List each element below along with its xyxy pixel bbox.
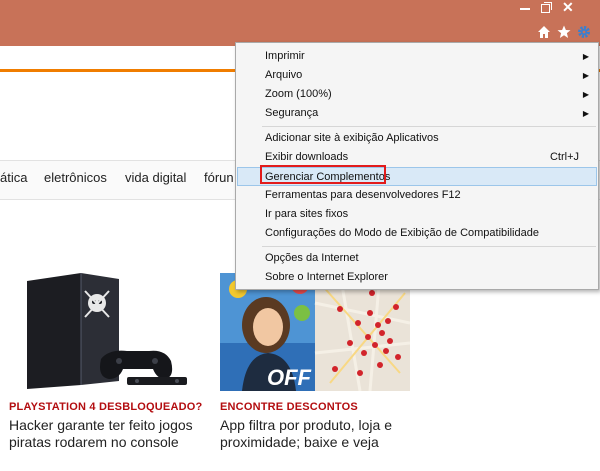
- submenu-arrow-icon: ▶: [582, 109, 589, 118]
- menu-item-label: Arquivo: [265, 69, 303, 81]
- menu-item-zoom[interactable]: Zoom (100%) ▶: [237, 85, 597, 104]
- article-image-ps4[interactable]: [9, 273, 192, 391]
- menu-separator: [262, 126, 596, 127]
- home-icon[interactable]: [537, 25, 551, 39]
- menu-item-label: Zoom (100%): [265, 88, 332, 100]
- close-button[interactable]: ✕: [562, 0, 574, 14]
- minimize-button[interactable]: [520, 8, 530, 10]
- menu-item-about-ie[interactable]: Sobre o Internet Explorer: [237, 268, 597, 287]
- menu-item-add-site-to-apps[interactable]: Adicionar site à exibição Aplicativos: [237, 129, 597, 148]
- menu-item-print[interactable]: Imprimir ▶: [237, 47, 597, 66]
- menu-item-file[interactable]: Arquivo ▶: [237, 66, 597, 85]
- menu-item-label: Ferramentas para desenvolvedores F12: [265, 189, 461, 201]
- menu-item-label: Adicionar site à exibição Aplicativos: [265, 132, 439, 144]
- article-image-discounts[interactable]: OFF: [220, 273, 410, 391]
- menu-item-label: Opções da Internet: [265, 252, 359, 264]
- submenu-arrow-icon: ▶: [582, 71, 589, 80]
- nav-item-vida-digital[interactable]: vida digital: [125, 170, 186, 185]
- menu-item-label: Imprimir: [265, 50, 305, 62]
- highlight-box: [260, 165, 386, 184]
- menu-item-label: Ir para sites fixos: [265, 208, 349, 220]
- nav-item-eletronicos[interactable]: eletrônicos: [44, 170, 107, 185]
- menu-item-shortcut: Ctrl+J: [549, 151, 579, 163]
- maximize-button[interactable]: [541, 2, 552, 13]
- off-badge: OFF: [267, 365, 312, 390]
- nav-item-informatica[interactable]: ática: [0, 170, 27, 185]
- menu-item-internet-options[interactable]: Opções da Internet: [237, 249, 597, 268]
- article-kicker[interactable]: PLAYSTATION 4 DESBLOQUEADO?: [9, 401, 202, 413]
- star-icon[interactable]: [557, 25, 571, 39]
- gear-icon[interactable]: [577, 25, 591, 39]
- menu-item-compatibility-view-settings[interactable]: Configurações do Modo de Exibição de Com…: [237, 224, 597, 243]
- menu-item-label: Configurações do Modo de Exibição de Com…: [265, 227, 539, 239]
- menu-item-f12-developer-tools[interactable]: Ferramentas para desenvolvedores F12: [237, 186, 597, 205]
- submenu-arrow-icon: ▶: [582, 52, 589, 61]
- nav-item-forum[interactable]: fórun: [204, 170, 234, 185]
- menu-item-pinned-sites[interactable]: Ir para sites fixos: [237, 205, 597, 224]
- menu-item-label: Segurança: [265, 107, 319, 119]
- menu-item-label: Sobre o Internet Explorer: [265, 271, 388, 283]
- article-headline[interactable]: App filtra por produto, loja e proximida…: [220, 417, 410, 451]
- submenu-arrow-icon: ▶: [582, 90, 589, 99]
- article-headline[interactable]: Hacker garante ter feito jogos piratas r…: [9, 417, 199, 451]
- menu-separator: [262, 246, 596, 247]
- browser-title-bar: [0, 0, 600, 46]
- article-kicker[interactable]: ENCONTRE DESCONTOS: [220, 401, 358, 413]
- menu-item-security[interactable]: Segurança ▶: [237, 104, 597, 123]
